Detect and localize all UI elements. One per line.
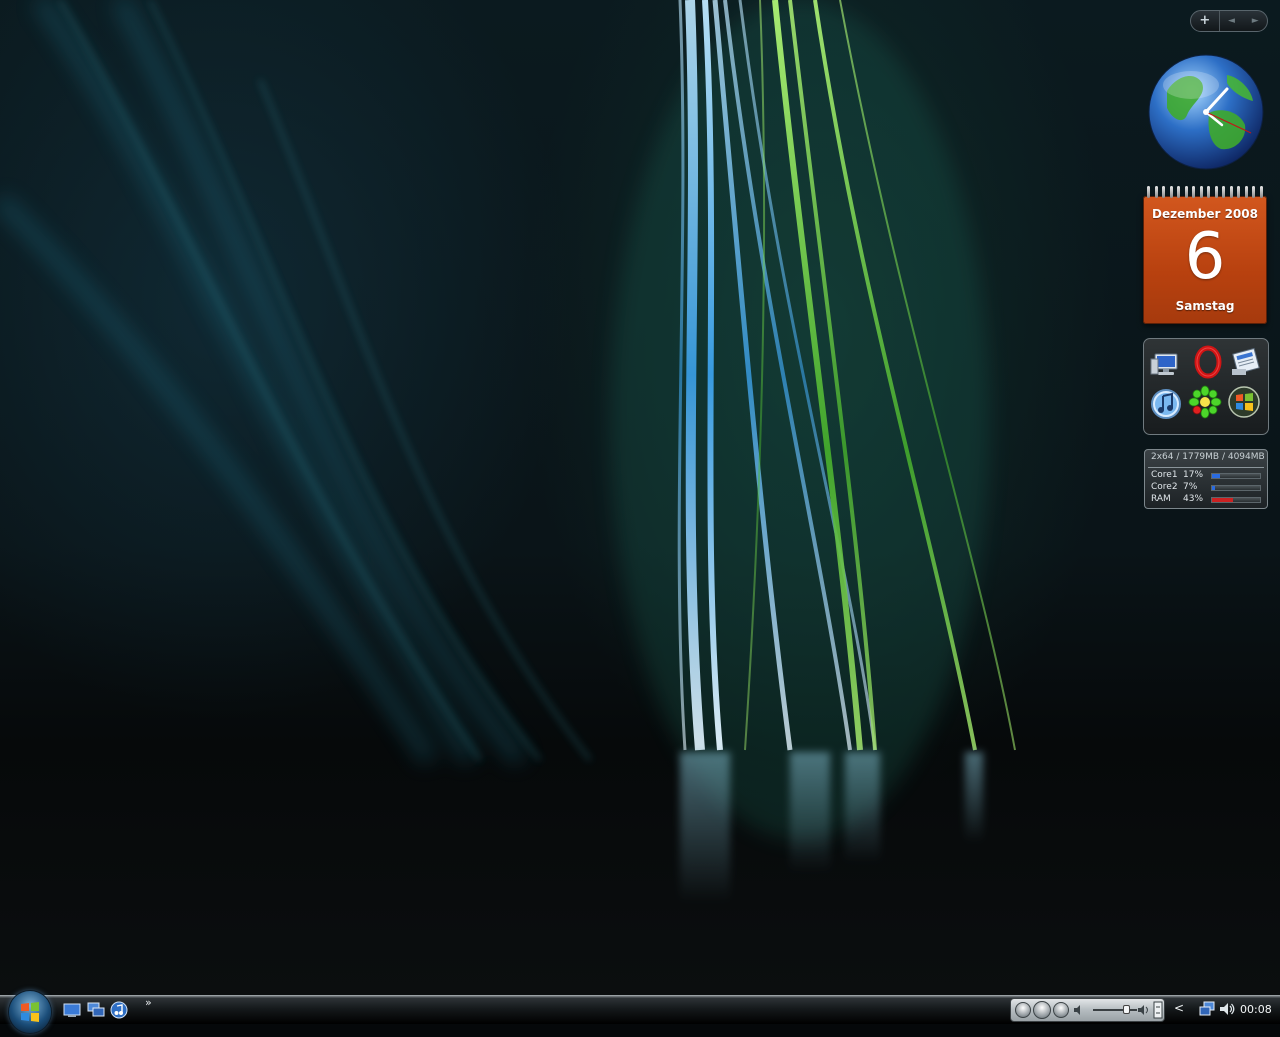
cpu-core1-bar-fill [1212, 474, 1220, 478]
opera-icon[interactable] [1191, 345, 1225, 379]
wallpaper [0, 0, 1016, 902]
notepad-icon[interactable] [1228, 345, 1262, 379]
mute-icon[interactable] [1073, 1004, 1085, 1016]
volume-slider-thumb[interactable] [1123, 1005, 1130, 1014]
calendar-gadget[interactable]: Dezember 2008 6 Samstag [1143, 186, 1267, 324]
system-monitor-gadget[interactable]: 2x64 / 1779MB / 4094MB Core1 17% Core2 7… [1144, 449, 1268, 509]
previous-page-button[interactable]: ◄ [1220, 11, 1244, 31]
divider [1148, 467, 1264, 468]
cpu-core2-bar-fill [1212, 486, 1215, 490]
calendar-day: 6 [1184, 220, 1226, 294]
calendar-page: Dezember 2008 6 Samstag [1143, 196, 1267, 324]
ram-bar [1211, 497, 1261, 503]
start-button[interactable] [9, 991, 51, 1033]
network-icon[interactable] [1198, 1000, 1216, 1018]
speaker-icon[interactable] [1218, 1000, 1236, 1018]
launcher-gadget [1143, 338, 1269, 435]
pause-button[interactable] [1033, 1001, 1051, 1019]
windows-logo-icon[interactable] [1227, 385, 1261, 419]
show-hidden-icons-button[interactable]: < [1174, 1001, 1184, 1015]
cpu-core1-label: Core1 [1151, 470, 1178, 480]
media-player-icon[interactable] [110, 1001, 128, 1019]
show-desktop-icon[interactable] [63, 1001, 81, 1019]
restore-player-icon[interactable] [1153, 1001, 1163, 1019]
cpu-core2-value: 7% [1183, 482, 1198, 492]
globe-clock-icon [1148, 54, 1264, 170]
media-player-toolbar [1010, 998, 1165, 1022]
switch-windows-icon[interactable] [87, 1001, 105, 1019]
computer-icon[interactable] [1149, 347, 1183, 381]
volume-max-icon[interactable] [1137, 1004, 1151, 1016]
system-summary: 2x64 / 1779MB / 4094MB [1151, 452, 1265, 462]
taskbar-clock[interactable]: 00:08 [1240, 1003, 1272, 1016]
ram-bar-fill [1212, 498, 1233, 502]
cpu-core2-label: Core2 [1151, 482, 1178, 492]
cpu-core2-row: Core2 7% [1151, 482, 1265, 494]
previous-track-button[interactable] [1015, 1002, 1031, 1018]
desktop[interactable]: + ◄ ► Dezember 2008 6 Samstag 2x64 / 177… [0, 0, 1280, 995]
cpu-core1-row: Core1 17% [1151, 470, 1265, 482]
calendar-binding-rings [1147, 186, 1263, 200]
quick-launch-more-button[interactable]: » [145, 996, 152, 1009]
ram-row: RAM 43% [1151, 494, 1265, 506]
calendar-weekday: Samstag [1175, 299, 1235, 313]
sidebar-controls: + ◄ ► [1190, 10, 1268, 32]
ram-label: RAM [1151, 494, 1171, 504]
add-gadget-button[interactable]: + [1191, 11, 1220, 31]
calendar-month-year: Dezember 2008 [1152, 207, 1258, 221]
windows-logo-icon [21, 1002, 39, 1022]
volume-slider-track[interactable] [1093, 1009, 1137, 1011]
clock-gadget[interactable] [1147, 53, 1265, 171]
icq-icon[interactable] [1188, 385, 1222, 419]
cpu-core1-bar [1211, 473, 1261, 479]
cpu-core1-value: 17% [1183, 470, 1204, 480]
next-track-button[interactable] [1053, 1002, 1069, 1018]
itunes-icon[interactable] [1149, 387, 1183, 421]
ram-value: 43% [1183, 494, 1204, 504]
cpu-core2-bar [1211, 485, 1261, 491]
next-page-button[interactable]: ► [1243, 11, 1267, 31]
